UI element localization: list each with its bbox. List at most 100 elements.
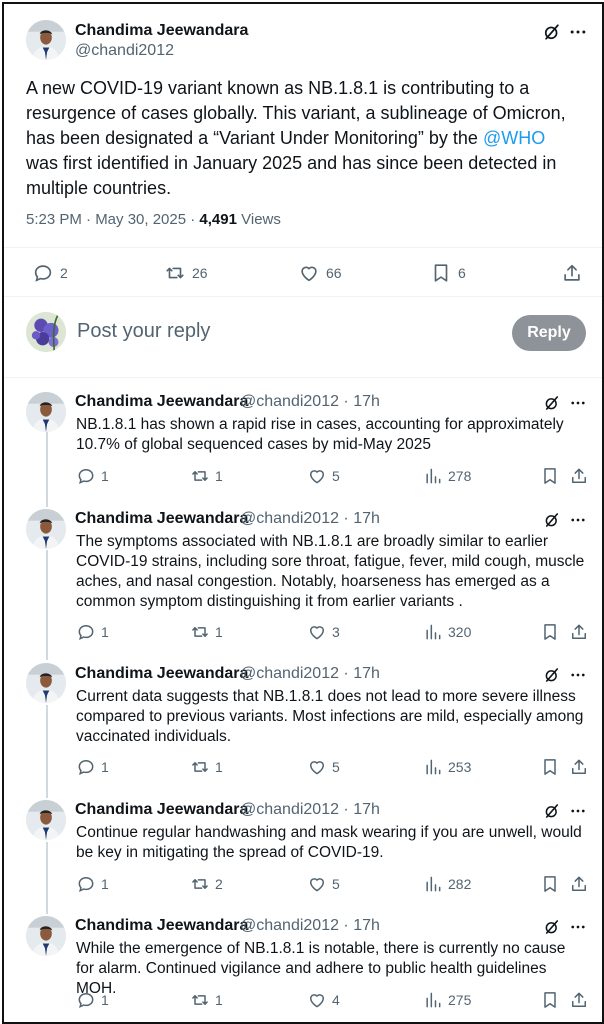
share-action[interactable] [561, 262, 583, 284]
bookmark-icon [540, 874, 560, 894]
like-count: 3 [332, 624, 340, 640]
share-action[interactable] [569, 466, 589, 486]
like-action[interactable]: 5 [307, 466, 340, 486]
avatar[interactable] [26, 20, 66, 60]
like-icon [307, 990, 327, 1010]
reply-icon [76, 874, 96, 894]
share-action[interactable] [569, 990, 589, 1010]
bookmark-icon [540, 990, 560, 1010]
reply-icon [76, 990, 96, 1010]
views-action[interactable]: 320 [423, 622, 471, 642]
more-icon[interactable] [567, 21, 589, 43]
grok-icon[interactable] [541, 392, 563, 414]
reply-text: NB.1.8.1 has shown a rapid rise in cases… [76, 416, 564, 453]
more-icon[interactable] [567, 916, 589, 938]
views-action[interactable]: 282 [423, 874, 471, 894]
reply-button[interactable]: Reply [512, 315, 586, 351]
bookmark-action[interactable] [540, 990, 560, 1010]
avatar[interactable] [26, 663, 66, 703]
avatar[interactable] [26, 800, 66, 840]
author-name[interactable]: Chandima Jeewandara [75, 393, 248, 411]
views-icon [423, 874, 443, 894]
grok-icon[interactable] [541, 916, 563, 938]
reply-text: Continue regular handwashing and mask we… [76, 824, 582, 861]
views-action[interactable]: 278 [423, 466, 471, 486]
share-icon [569, 757, 589, 777]
share-action[interactable] [569, 622, 589, 642]
thread-line [46, 432, 48, 507]
reply-action[interactable]: 1 [76, 466, 109, 486]
reply-text: The symptoms associated with NB.1.8.1 ar… [76, 533, 585, 610]
views-icon [423, 757, 443, 777]
repost-action[interactable]: 2 [190, 874, 223, 894]
reply-count: 1 [101, 468, 109, 484]
more-icon[interactable] [567, 392, 589, 414]
author-handle[interactable]: @chandi2012 · 17h [240, 801, 380, 819]
reply-count: 1 [101, 992, 109, 1008]
share-icon [569, 990, 589, 1010]
repost-icon [190, 757, 210, 777]
thread-line [46, 550, 48, 660]
author-name[interactable]: Chandima Jeewandara [75, 665, 248, 683]
more-icon[interactable] [567, 664, 589, 686]
repost-action[interactable]: 1 [190, 466, 223, 486]
avatar-image [26, 800, 66, 840]
author-handle[interactable]: @chandi2012 · 17h [240, 510, 380, 528]
like-action[interactable]: 3 [307, 622, 340, 642]
author-handle[interactable]: @chandi2012 · 17h [240, 665, 380, 683]
author-name[interactable]: Chandima Jeewandara [75, 22, 248, 40]
author-handle[interactable]: @chandi2012 · 17h [240, 393, 380, 411]
more-icon[interactable] [567, 800, 589, 822]
like-action[interactable]: 66 [298, 262, 342, 284]
reply-input[interactable]: Post your reply [77, 320, 210, 343]
reply-count: 1 [101, 759, 109, 775]
share-action[interactable] [569, 874, 589, 894]
like-action[interactable]: 4 [307, 990, 340, 1010]
avatar[interactable] [26, 392, 66, 432]
repost-action[interactable]: 26 [164, 262, 208, 284]
views-action[interactable]: 275 [423, 990, 471, 1010]
repost-icon [164, 262, 186, 284]
author-name[interactable]: Chandima Jeewandara [75, 917, 248, 935]
reply-action[interactable]: 1 [76, 757, 109, 777]
avatar[interactable] [26, 916, 66, 956]
author-handle[interactable]: @chandi2012 · 17h [240, 917, 380, 935]
like-count: 5 [332, 876, 340, 892]
reply-action[interactable]: 1 [76, 874, 109, 894]
grok-icon[interactable] [541, 800, 563, 822]
reply-action[interactable]: 1 [76, 990, 109, 1010]
repost-action[interactable]: 1 [190, 757, 223, 777]
views-action[interactable]: 253 [423, 757, 471, 777]
bookmark-action[interactable] [540, 874, 560, 894]
grok-icon[interactable] [541, 21, 563, 43]
bookmark-icon [540, 622, 560, 642]
repost-count: 2 [215, 876, 223, 892]
repost-count: 1 [215, 624, 223, 640]
bookmark-action[interactable]: 6 [430, 262, 466, 284]
timestamp[interactable]: 5:23 PM · May 30, 2025 · [26, 211, 199, 228]
repost-action[interactable]: 1 [190, 990, 223, 1010]
like-action[interactable]: 5 [307, 874, 340, 894]
bookmark-action[interactable] [540, 466, 560, 486]
repost-count: 1 [215, 468, 223, 484]
share-action[interactable] [569, 757, 589, 777]
author-handle[interactable]: @chandi2012 [75, 42, 174, 60]
grok-icon[interactable] [541, 664, 563, 686]
author-name[interactable]: Chandima Jeewandara [75, 510, 248, 528]
bookmark-icon [430, 262, 452, 284]
like-action[interactable]: 5 [307, 757, 340, 777]
like-icon [298, 262, 320, 284]
repost-action[interactable]: 1 [190, 622, 223, 642]
reply-icon [76, 757, 96, 777]
bookmark-action[interactable] [540, 757, 560, 777]
more-icon[interactable] [567, 509, 589, 531]
like-count: 5 [332, 759, 340, 775]
bookmark-action[interactable] [540, 622, 560, 642]
grok-icon[interactable] [541, 509, 563, 531]
reply-action[interactable]: 2 [32, 262, 68, 284]
bookmark-icon [540, 466, 560, 486]
mention-link[interactable]: @WHO [483, 128, 545, 148]
avatar[interactable] [26, 509, 66, 549]
reply-action[interactable]: 1 [76, 622, 109, 642]
author-name[interactable]: Chandima Jeewandara [75, 801, 248, 819]
